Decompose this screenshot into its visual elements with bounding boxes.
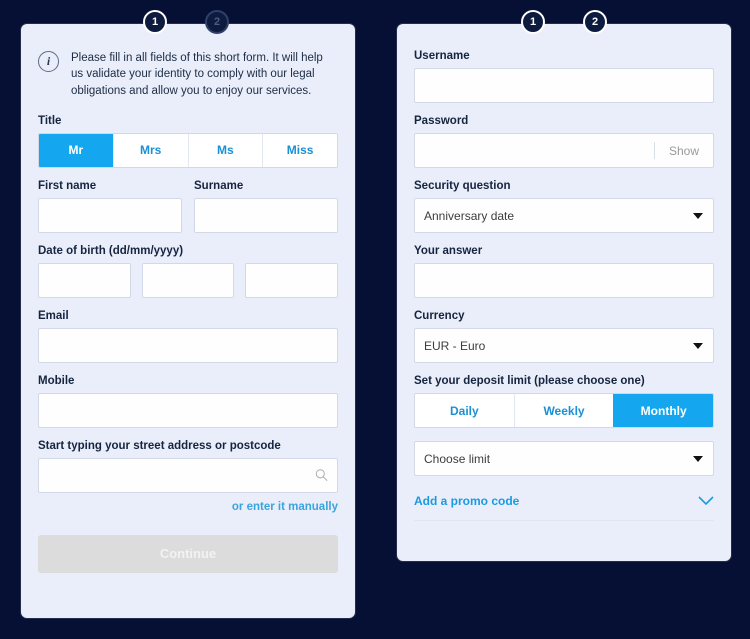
continue-button[interactable]: Continue bbox=[38, 534, 338, 573]
email-label: Email bbox=[38, 309, 69, 322]
your-answer-input[interactable] bbox=[414, 263, 714, 298]
mobile-input[interactable] bbox=[38, 392, 338, 428]
deposit-limit-option-weekly[interactable]: Weekly bbox=[513, 394, 614, 427]
dob-month-input[interactable] bbox=[141, 262, 235, 298]
deposit-limit-option-monthly[interactable]: Monthly bbox=[613, 394, 713, 427]
registration-screen: 1 2 i Please fill in all fields of this … bbox=[0, 0, 750, 639]
security-question-select[interactable]: Anniversary date bbox=[414, 198, 714, 233]
info-banner-text: Please fill in all fields of this short … bbox=[71, 52, 323, 97]
deposit-limit-option-daily[interactable]: Daily bbox=[415, 394, 514, 427]
enter-manually-link[interactable]: or enter it manually bbox=[38, 501, 338, 513]
username-input[interactable] bbox=[414, 68, 714, 103]
title-option-mrs[interactable]: Mrs bbox=[112, 133, 188, 167]
dob-day-input[interactable] bbox=[38, 262, 131, 298]
step-2-left[interactable]: 2 bbox=[205, 10, 229, 34]
username-label: Username bbox=[414, 50, 470, 62]
search-icon bbox=[315, 469, 328, 482]
mobile-label: Mobile bbox=[38, 374, 75, 387]
step-indicator-right: 1 2 bbox=[521, 10, 607, 34]
title-label: Title bbox=[38, 114, 62, 127]
choose-limit-select[interactable]: Choose limit bbox=[414, 441, 714, 476]
currency-select[interactable]: EUR - Euro bbox=[414, 328, 714, 363]
choose-limit-value: Choose limit bbox=[424, 451, 491, 466]
security-question-label: Security question bbox=[414, 180, 511, 192]
surname-input[interactable] bbox=[194, 197, 338, 233]
info-icon: i bbox=[38, 51, 59, 72]
chevron-down-icon bbox=[693, 455, 703, 462]
password-field-wrapper: Show bbox=[414, 133, 714, 168]
password-show-toggle[interactable]: Show bbox=[655, 134, 713, 167]
security-question-value: Anniversary date bbox=[424, 208, 515, 223]
promo-code-label: Add a promo code bbox=[414, 494, 520, 508]
password-label: Password bbox=[414, 115, 469, 127]
first-name-label: First name bbox=[38, 179, 97, 192]
account-details-panel: Username Password Show Security question… bbox=[397, 24, 731, 561]
chevron-down-icon bbox=[693, 212, 703, 219]
address-search-wrapper bbox=[38, 457, 338, 493]
date-of-birth-group bbox=[38, 262, 339, 298]
title-option-ms[interactable]: Ms bbox=[187, 133, 263, 167]
first-name-input[interactable] bbox=[38, 197, 182, 233]
step-indicator-left: 1 2 bbox=[143, 10, 229, 34]
step-1-left[interactable]: 1 bbox=[143, 10, 167, 34]
date-of-birth-label: Date of birth (dd/mm/yyyy) bbox=[38, 244, 184, 257]
your-answer-label: Your answer bbox=[414, 245, 483, 257]
currency-value: EUR - Euro bbox=[424, 338, 486, 353]
address-label: Start typing your street address or post… bbox=[38, 439, 281, 452]
title-segmented-control: Mr Mrs Ms Miss bbox=[38, 132, 338, 168]
personal-details-panel: i Please fill in all fields of this shor… bbox=[21, 24, 355, 618]
title-option-mr[interactable]: Mr bbox=[39, 133, 113, 167]
password-input[interactable] bbox=[415, 134, 654, 167]
chevron-down-icon bbox=[698, 496, 714, 506]
info-banner: i Please fill in all fields of this shor… bbox=[38, 24, 338, 103]
step-2-right[interactable]: 2 bbox=[583, 10, 607, 34]
promo-code-row[interactable]: Add a promo code bbox=[414, 494, 714, 521]
step-1-right[interactable]: 1 bbox=[521, 10, 545, 34]
deposit-limit-label: Set your deposit limit (please choose on… bbox=[414, 375, 645, 387]
title-option-miss[interactable]: Miss bbox=[262, 133, 337, 167]
deposit-limit-segmented-control: Daily Weekly Monthly bbox=[414, 393, 714, 428]
chevron-down-icon bbox=[693, 342, 703, 349]
email-input[interactable] bbox=[38, 327, 338, 363]
dob-year-input[interactable] bbox=[245, 262, 339, 298]
address-input[interactable] bbox=[38, 457, 338, 493]
currency-label: Currency bbox=[414, 310, 465, 322]
surname-label: Surname bbox=[194, 179, 244, 192]
